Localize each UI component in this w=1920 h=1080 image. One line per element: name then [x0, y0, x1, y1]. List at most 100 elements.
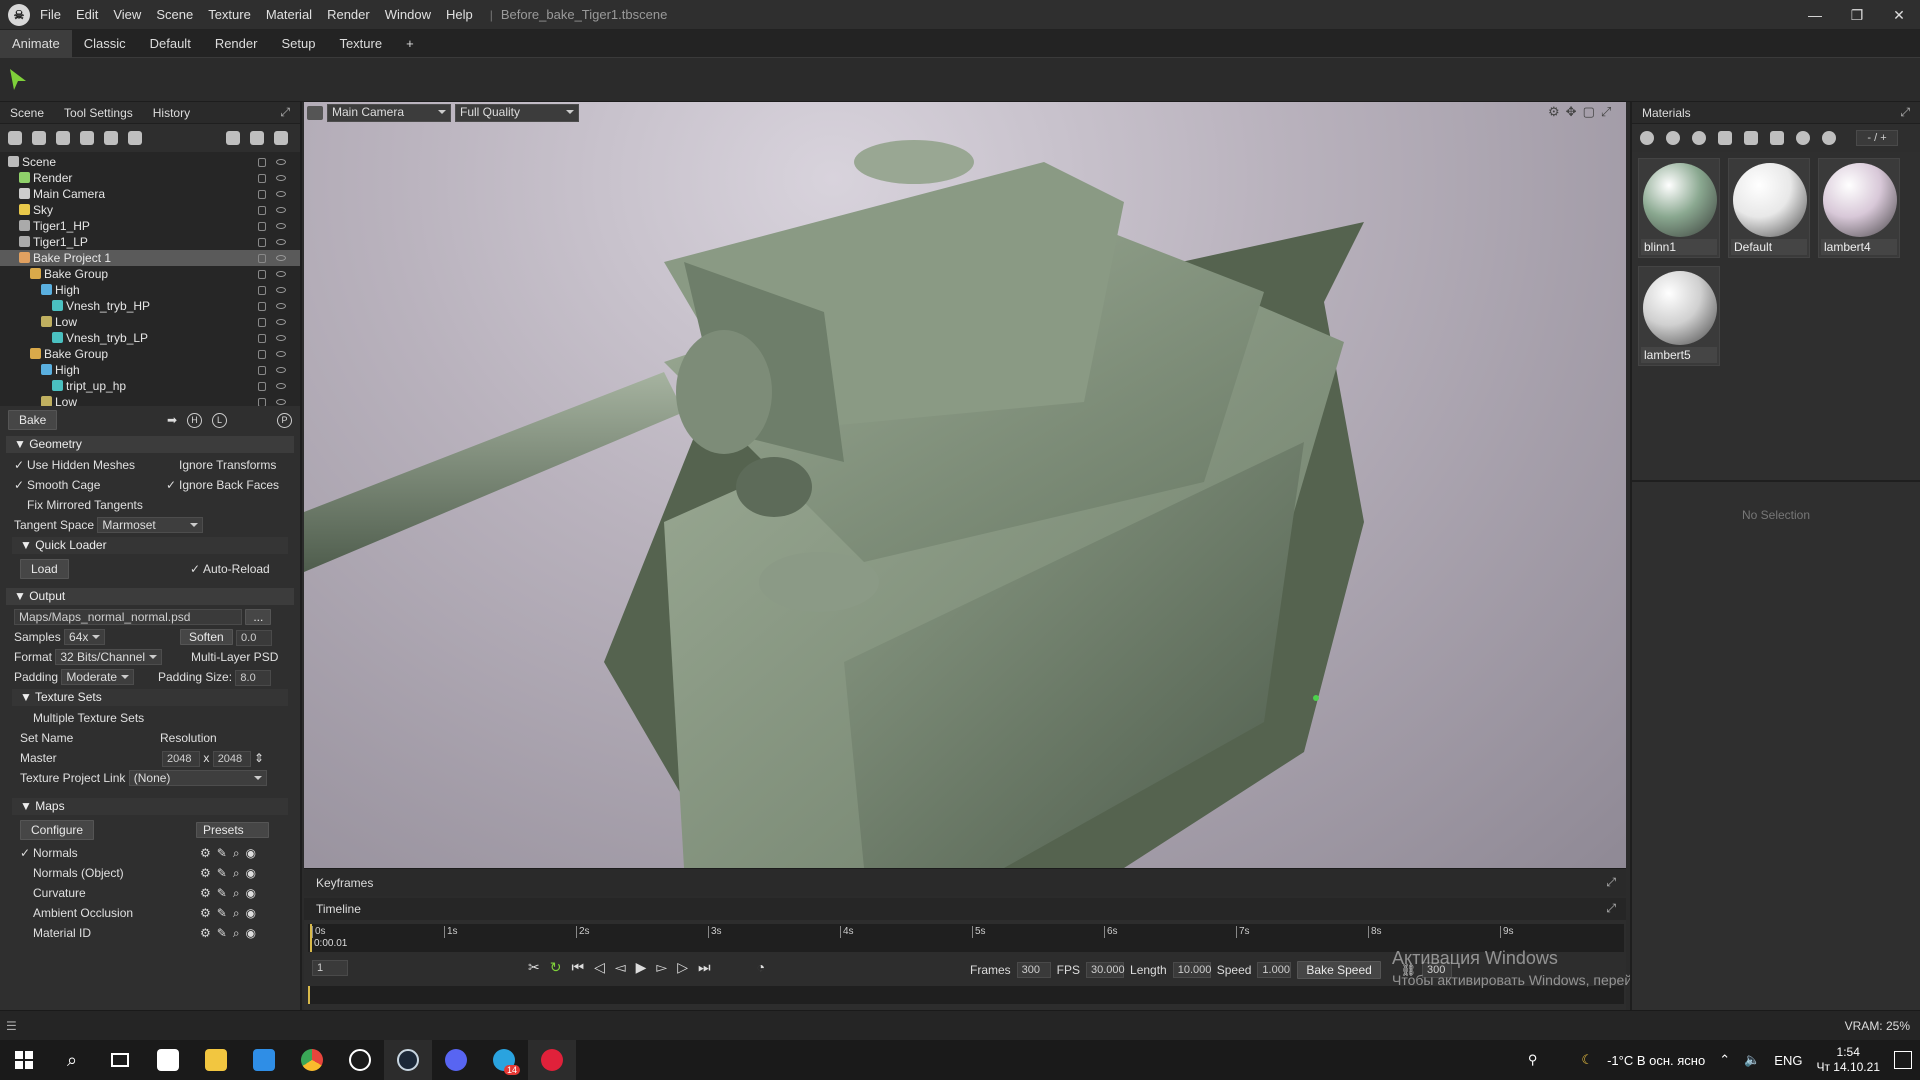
folder-icon[interactable]: [226, 131, 240, 145]
eye-icon[interactable]: [276, 367, 286, 373]
workspace-tab-render[interactable]: Render: [203, 30, 270, 58]
bake-arrow-icon[interactable]: ➡: [167, 413, 177, 427]
format-dropdown[interactable]: 32 Bits/Channel: [55, 649, 163, 665]
expand-icon[interactable]: ⤢: [270, 105, 300, 120]
multiple-texture-sets-checkbox[interactable]: Multiple Texture Sets: [33, 711, 144, 725]
minimize-button[interactable]: —: [1794, 0, 1836, 30]
store-icon[interactable]: [144, 1040, 192, 1080]
texture-project-link-dropdown[interactable]: (None): [128, 770, 267, 786]
configure-button[interactable]: Configure: [20, 820, 95, 840]
eye-icon[interactable]: [276, 383, 286, 389]
eye-icon[interactable]: [276, 159, 286, 165]
lock-icon[interactable]: [258, 190, 266, 199]
tab-history[interactable]: History: [143, 106, 200, 120]
texture-sets-section[interactable]: ▼ Texture Sets: [12, 689, 288, 706]
loop-icon[interactable]: ↻: [550, 959, 562, 976]
speed-gauge-icon[interactable]: ◔: [757, 959, 765, 976]
move-icon[interactable]: ✥: [1566, 104, 1577, 120]
trash-icon[interactable]: [274, 131, 288, 145]
lock-icon[interactable]: [258, 174, 266, 183]
lock-icon[interactable]: [258, 318, 266, 327]
add-bake-icon[interactable]: [104, 131, 118, 145]
discord-icon[interactable]: [432, 1040, 480, 1080]
speed-field[interactable]: 1.000: [1257, 962, 1292, 978]
use-hidden-meshes-checkbox[interactable]: Use Hidden Meshes: [27, 458, 135, 472]
check-icon[interactable]: ✓: [14, 455, 24, 475]
material-thumb[interactable]: blinn1: [1638, 158, 1720, 258]
maximize-icon[interactable]: ⤢: [1601, 104, 1611, 120]
go-start-icon[interactable]: ⏮: [571, 959, 584, 976]
presets-button[interactable]: Presets: [196, 822, 269, 838]
select-tool-icon[interactable]: [8, 69, 28, 91]
menu-file[interactable]: File: [40, 7, 61, 22]
add-light-icon[interactable]: [32, 131, 46, 145]
tab-tool-settings[interactable]: Tool Settings: [54, 106, 143, 120]
tray-chevron-icon[interactable]: ⌃: [1719, 1052, 1730, 1068]
volume-icon[interactable]: 🔈: [1744, 1052, 1760, 1068]
lock-icon[interactable]: [258, 334, 266, 343]
lock-icon[interactable]: [258, 254, 266, 263]
fps-field[interactable]: 30.000: [1086, 962, 1125, 978]
ignore-transforms-checkbox[interactable]: Ignore Transforms: [179, 458, 276, 472]
tree-item[interactable]: Sky: [0, 202, 300, 218]
add-camera-icon[interactable]: [56, 131, 70, 145]
tree-item[interactable]: Bake Group: [0, 266, 300, 282]
lock-icon[interactable]: [258, 286, 266, 295]
bake-low-button[interactable]: L: [212, 412, 227, 428]
viewport[interactable]: [304, 102, 1626, 868]
expand-icon[interactable]: ⤢: [1606, 875, 1616, 890]
bake-button[interactable]: Bake: [8, 410, 58, 430]
eye-icon[interactable]: [276, 175, 286, 181]
eye-icon[interactable]: [276, 223, 286, 229]
check-icon[interactable]: ✓: [190, 556, 200, 582]
map-tools-icon[interactable]: ⚙✎⌕◉: [200, 843, 262, 863]
duplicate-icon[interactable]: [250, 131, 264, 145]
output-section[interactable]: ▼ Output: [6, 588, 294, 605]
samples-dropdown[interactable]: 64x: [64, 629, 106, 645]
tree-item[interactable]: Low: [0, 314, 300, 330]
material-thumb[interactable]: Default: [1728, 158, 1810, 258]
material-thumb[interactable]: lambert4: [1818, 158, 1900, 258]
mail-icon[interactable]: [240, 1040, 288, 1080]
frame-field[interactable]: 1: [312, 960, 348, 976]
eye-icon[interactable]: [276, 191, 286, 197]
tree-item[interactable]: Tiger1_LP: [0, 234, 300, 250]
lock-icon[interactable]: [258, 222, 266, 231]
expand-icon[interactable]: ⤢: [1890, 105, 1920, 120]
add-render-icon[interactable]: [128, 131, 142, 145]
people-icon[interactable]: ⚲: [1528, 1052, 1538, 1068]
material-assign-icon[interactable]: [1796, 131, 1810, 145]
map-item[interactable]: Ambient Occlusion ⚙✎⌕◉: [0, 903, 300, 923]
quality-dropdown[interactable]: Full Quality: [455, 104, 579, 122]
eye-icon[interactable]: [276, 319, 286, 325]
eye-icon[interactable]: [276, 335, 286, 341]
add-sky-icon[interactable]: [80, 131, 94, 145]
padding-size-field[interactable]: 8.0: [235, 670, 272, 686]
close-button[interactable]: ✕: [1878, 0, 1920, 30]
workspace-tab-setup[interactable]: Setup: [269, 30, 327, 58]
menu-render[interactable]: Render: [327, 7, 370, 22]
settings-icon[interactable]: ⚙: [1548, 104, 1560, 120]
lock-icon[interactable]: [258, 158, 266, 167]
fix-mirrored-tangents-checkbox[interactable]: Fix Mirrored Tangents: [27, 498, 143, 512]
duplicate-material-icon[interactable]: [1666, 131, 1680, 145]
chrome-icon[interactable]: [288, 1040, 336, 1080]
telegram-icon[interactable]: 14: [480, 1040, 528, 1080]
check-icon[interactable]: ✓: [20, 843, 30, 863]
app-icon[interactable]: [336, 1040, 384, 1080]
tree-item[interactable]: Bake Project 1: [0, 250, 300, 266]
material-folder-icon[interactable]: [1718, 131, 1732, 145]
keyframe-track[interactable]: [308, 986, 1624, 1004]
check-icon[interactable]: ✓: [166, 475, 176, 495]
go-end-icon[interactable]: ⏭: [698, 959, 711, 976]
maps-section[interactable]: ▼ Maps: [12, 798, 288, 815]
menu-edit[interactable]: Edit: [76, 7, 98, 22]
multi-layer-psd-checkbox[interactable]: Multi-Layer PSD: [191, 650, 278, 664]
lock-icon[interactable]: [258, 302, 266, 311]
smooth-cage-checkbox[interactable]: Smooth Cage: [27, 478, 100, 492]
step-back-icon[interactable]: ◅: [615, 959, 626, 976]
tab-scene[interactable]: Scene: [0, 106, 54, 120]
quick-loader-section[interactable]: ▼ Quick Loader: [12, 537, 288, 554]
menu-texture[interactable]: Texture: [208, 7, 251, 22]
toolbag-icon[interactable]: [528, 1040, 576, 1080]
